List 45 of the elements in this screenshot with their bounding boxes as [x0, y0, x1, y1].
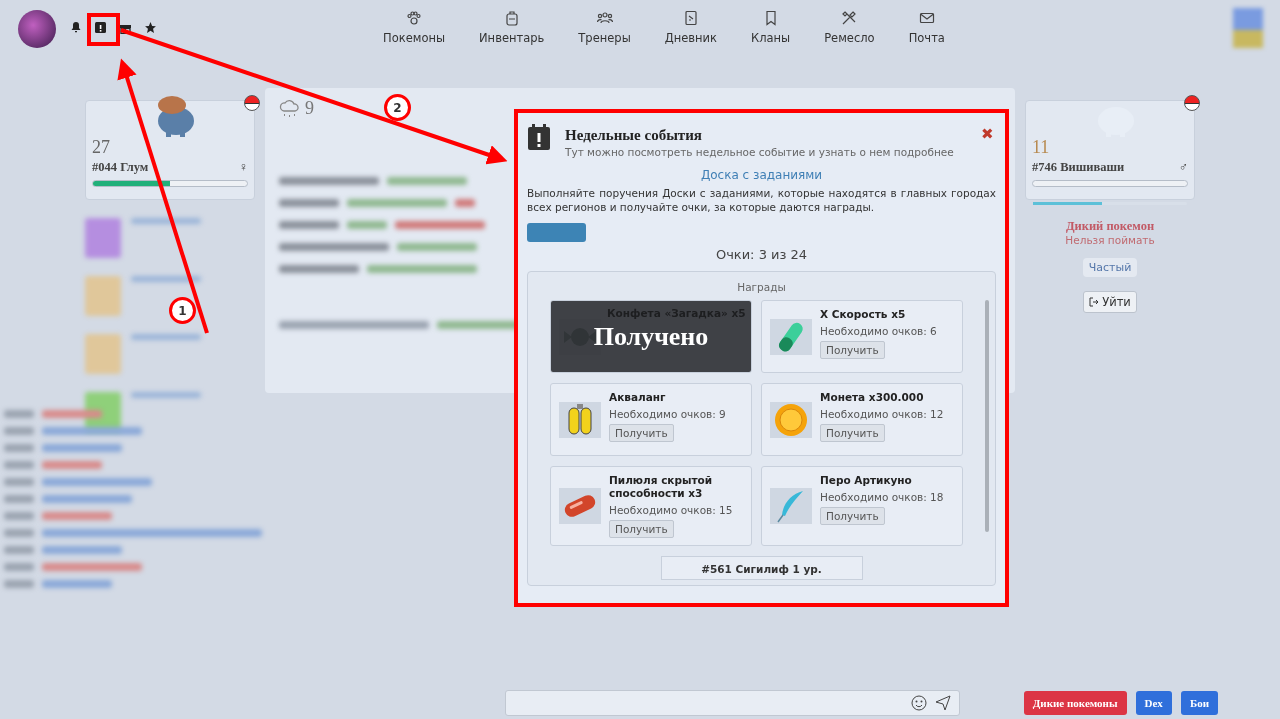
reward-name: X Скорость x5	[820, 308, 907, 321]
reward-card: #561 Сигилиф 1 ур.	[660, 556, 863, 580]
step-number: 1	[169, 297, 196, 324]
points-counter: Очки: 3 из 24	[715, 247, 808, 262]
nav-link[interactable]: Кланы	[734, 10, 808, 45]
reward-name: Пилюля скрытой способности x3	[609, 474, 714, 500]
claim-button[interactable]: Получить	[820, 341, 885, 359]
action-button[interactable]: Бои	[1180, 691, 1218, 715]
reward-requirement: Необходимо очков: 15	[609, 504, 734, 516]
nav-link[interactable]: Инвентарь	[462, 10, 562, 45]
reward-name: Перо Артикуно	[820, 474, 913, 487]
dialog-title: Недельные события	[565, 127, 703, 144]
nav-link[interactable]: Покемоны	[366, 10, 462, 45]
claim-button[interactable]: Получить	[609, 424, 674, 442]
reward-requirement: Необходимо очков: 12	[820, 408, 944, 420]
pokemon-name: #746 Вишиваши	[1032, 160, 1125, 175]
status-note: Нельзя поймать	[1065, 234, 1155, 246]
close-button[interactable]: ✖	[981, 125, 994, 143]
rewards-title: Награды	[737, 281, 786, 293]
gender-symbol: ♀	[238, 160, 248, 175]
board-link[interactable]: Доска с заданиями	[700, 168, 823, 182]
reward-name: Акваланг	[609, 391, 667, 404]
claim-button[interactable]: Получить	[609, 520, 674, 538]
nav-link[interactable]: Ремесло	[807, 10, 892, 45]
nav-link[interactable]: Почта	[891, 10, 962, 45]
gender-symbol: ♂	[1178, 160, 1188, 175]
pokemon-name: #044 Глум	[92, 160, 149, 175]
pokemon-level: 11	[1032, 137, 1051, 158]
pokemon-level: 27	[92, 137, 111, 158]
leave-button[interactable]: Уйти	[1083, 291, 1137, 313]
reward-requirement: Необходимо очков: 6	[820, 325, 937, 337]
claim-button[interactable]: Получить	[820, 507, 885, 525]
claim-button[interactable]: Получить	[820, 424, 885, 442]
rarity-tag: Частый	[1082, 258, 1138, 277]
status-label: Дикий покемон	[1065, 219, 1155, 234]
dialog-subtitle: Тут можно посмотреть недельное событие и узнать о нем подробнее	[565, 146, 954, 158]
weather-value: 9	[305, 98, 314, 119]
reward-requirement: Необходимо очков: 9	[609, 408, 726, 420]
nav-link[interactable]: Тренеры	[561, 10, 648, 45]
reward-requirement: Необходимо очков: 18	[820, 491, 944, 503]
description: Выполняйте поручения Доски с заданиями, которые находятся в главных городах всех регионов и получайте очки, за которые даются награды.	[527, 186, 996, 214]
action-button[interactable]: Дикие покемоны	[1023, 691, 1127, 715]
nav-link[interactable]: Дневник	[647, 10, 734, 45]
action-button[interactable]: Dex	[1135, 691, 1172, 715]
reward-name: Монета x300.000	[820, 391, 925, 404]
